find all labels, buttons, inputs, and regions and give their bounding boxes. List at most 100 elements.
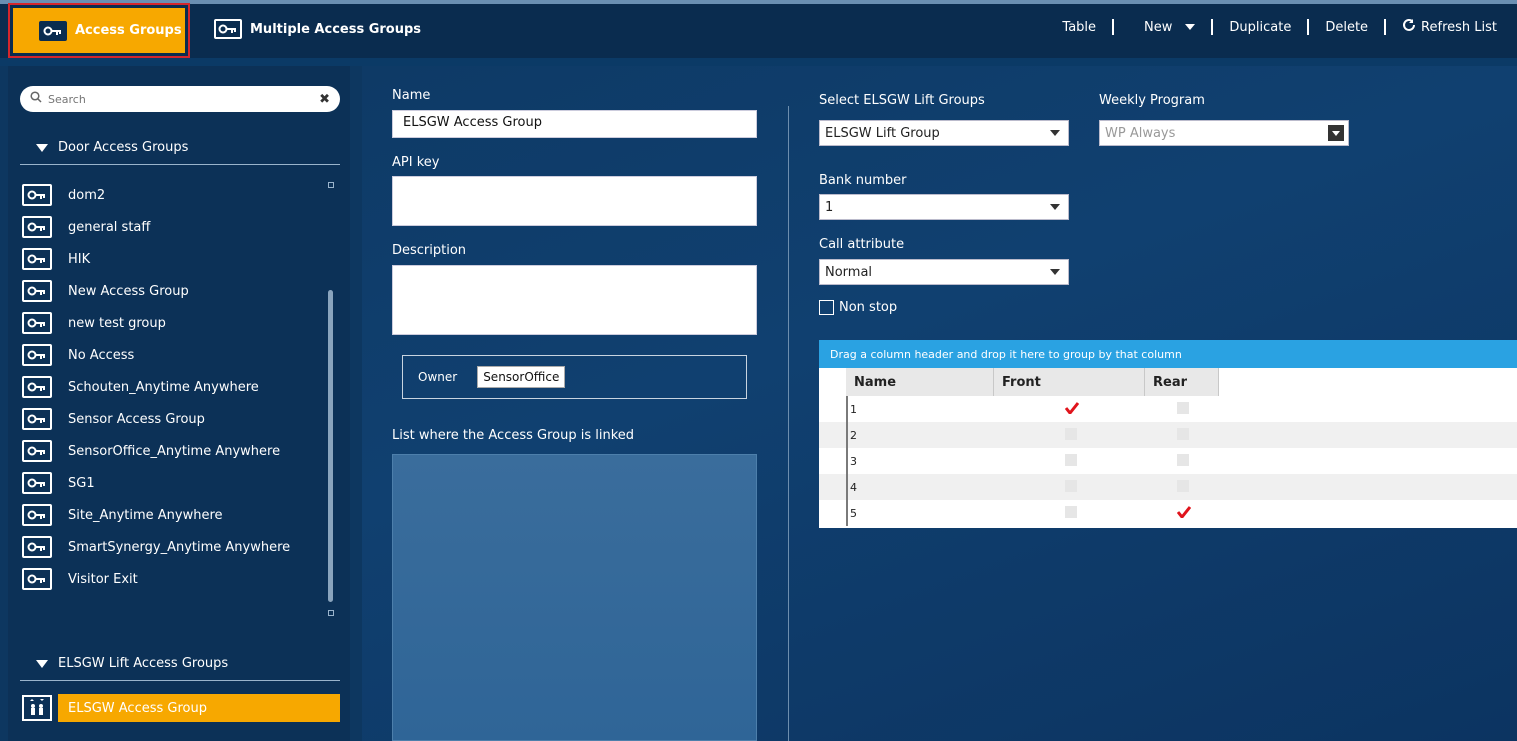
row-name-cell: 5 bbox=[850, 507, 857, 520]
header-stripe bbox=[0, 58, 1517, 66]
chevron-down-icon bbox=[1050, 130, 1060, 136]
elevator-icon bbox=[22, 695, 52, 721]
tab-access-groups[interactable]: Access Groups bbox=[8, 3, 190, 58]
collapse-triangle-icon bbox=[36, 143, 48, 152]
rear-checkbox-cell[interactable] bbox=[1177, 480, 1189, 492]
scroll-up-arrow[interactable] bbox=[328, 182, 334, 188]
row-indicator bbox=[846, 396, 848, 422]
key-card-icon bbox=[22, 504, 52, 526]
key-card-icon bbox=[22, 216, 52, 238]
rear-checkbox-cell[interactable] bbox=[1177, 402, 1189, 414]
table-button-label: Table bbox=[1062, 19, 1097, 35]
row-name-cell: 4 bbox=[850, 481, 857, 494]
sidebar-list-item[interactable]: SG1 bbox=[22, 467, 322, 499]
new-button[interactable]: New bbox=[1114, 20, 1211, 35]
door-access-groups-title: Door Access Groups bbox=[58, 140, 189, 155]
row-indicator bbox=[846, 448, 848, 474]
non-stop-checkbox[interactable] bbox=[819, 300, 834, 315]
scroll-thumb[interactable] bbox=[328, 290, 333, 602]
key-card-icon bbox=[22, 408, 52, 430]
front-checkbox-cell[interactable] bbox=[1065, 428, 1077, 440]
call-attribute-label: Call attribute bbox=[819, 237, 905, 252]
refresh-list-button[interactable]: Refresh List bbox=[1386, 18, 1497, 36]
chevron-down-icon bbox=[1050, 204, 1060, 210]
lift-group-dropdown[interactable]: ELSGW Lift Group bbox=[819, 120, 1069, 146]
bank-number-dropdown[interactable]: 1 bbox=[819, 194, 1069, 220]
group-by-banner[interactable]: Drag a column header and drop it here to… bbox=[819, 340, 1517, 368]
sidebar-list-item-label: Visitor Exit bbox=[68, 571, 138, 587]
sidebar-list-item-label: general staff bbox=[68, 219, 151, 235]
main-panel: Name ELSGW Access Group API key Descript… bbox=[362, 66, 1517, 741]
scroll-down-arrow[interactable] bbox=[328, 610, 334, 616]
sidebar-list-item[interactable]: SmartSynergy_Anytime Anywhere bbox=[22, 531, 322, 563]
door-access-groups-header[interactable]: Door Access Groups bbox=[20, 131, 340, 165]
sidebar-list-item[interactable]: Schouten_Anytime Anywhere bbox=[22, 371, 322, 403]
clear-search-icon[interactable]: ✖ bbox=[319, 92, 330, 107]
sidebar-list-item[interactable]: Visitor Exit bbox=[22, 563, 322, 595]
door-access-group-list: dom2 general staff HIK New Access Group new … bbox=[22, 179, 322, 595]
sidebar-list-item[interactable]: general staff bbox=[22, 211, 322, 243]
front-checkbox-cell[interactable] bbox=[1065, 402, 1079, 414]
sidebar-list-item[interactable]: Sensor Access Group bbox=[22, 403, 322, 435]
chevron-down-icon bbox=[1050, 269, 1060, 275]
key-card-icon bbox=[22, 280, 52, 302]
rear-checkbox-cell[interactable] bbox=[1177, 428, 1189, 440]
lift-access-groups-header[interactable]: ELSGW Lift Access Groups bbox=[20, 647, 340, 681]
sidebar-list-item-label: SmartSynergy_Anytime Anywhere bbox=[68, 539, 291, 555]
checkmark-icon bbox=[1177, 506, 1191, 518]
sidebar-list-item[interactable]: new test group bbox=[22, 307, 322, 339]
lift-list-item[interactable]: ELSGW Access Group bbox=[22, 693, 340, 723]
sidebar-list-item[interactable]: SensorOffice_Anytime Anywhere bbox=[22, 435, 322, 467]
api-key-field[interactable] bbox=[392, 176, 757, 226]
new-button-label: New bbox=[1144, 19, 1173, 35]
front-checkbox-cell[interactable] bbox=[1065, 454, 1077, 466]
sidebar-list-item[interactable]: dom2 bbox=[22, 179, 322, 211]
key-card-icon bbox=[22, 536, 52, 558]
duplicate-button[interactable]: Duplicate bbox=[1213, 20, 1307, 35]
name-field[interactable]: ELSGW Access Group bbox=[392, 110, 757, 138]
row-indicator bbox=[846, 422, 848, 448]
top-border bbox=[0, 0, 1517, 4]
non-stop-option[interactable]: Non stop bbox=[819, 300, 897, 315]
top-bar: Access Groups Multiple Access Groups Tab… bbox=[0, 0, 1517, 58]
key-card-icon bbox=[22, 472, 52, 494]
key-card-stack-icon bbox=[214, 19, 242, 39]
sidebar-list-item[interactable]: No Access bbox=[22, 339, 322, 371]
description-field[interactable] bbox=[392, 265, 757, 335]
linked-list-label: List where the Access Group is linked bbox=[392, 428, 635, 443]
table-button[interactable]: Table bbox=[1046, 20, 1112, 35]
search-input[interactable] bbox=[48, 92, 320, 106]
front-checkbox-cell[interactable] bbox=[1065, 506, 1077, 518]
grid-row[interactable]: 4 bbox=[819, 474, 1517, 500]
sidebar-list-item[interactable]: Site_Anytime Anywhere bbox=[22, 499, 322, 531]
rear-checkbox-cell[interactable] bbox=[1177, 506, 1191, 518]
floors-grid: Drag a column header and drop it here to… bbox=[819, 340, 1517, 528]
sidebar-list-item-label: HIK bbox=[68, 251, 91, 267]
key-card-icon bbox=[22, 312, 52, 334]
key-card-icon bbox=[22, 376, 52, 398]
column-header-rear[interactable]: Rear bbox=[1145, 368, 1219, 396]
sidebar-list-item[interactable]: HIK bbox=[22, 243, 322, 275]
tab-multiple-access-groups[interactable]: Multiple Access Groups bbox=[214, 15, 421, 43]
grid-row[interactable]: 2 bbox=[819, 422, 1517, 448]
column-header-name[interactable]: Name bbox=[846, 368, 994, 396]
owner-value[interactable]: SensorOffice bbox=[477, 366, 566, 388]
grid-row[interactable]: 3 bbox=[819, 448, 1517, 474]
search-box: ✖ bbox=[20, 86, 340, 112]
key-card-icon bbox=[22, 344, 52, 366]
grid-row[interactable]: 5 bbox=[819, 500, 1517, 526]
column-header-front[interactable]: Front bbox=[994, 368, 1145, 396]
sidebar-scrollbar[interactable] bbox=[327, 180, 335, 616]
linked-list-area[interactable] bbox=[392, 454, 757, 741]
sidebar: ✖ Door Access Groups dom2 general staff HI… bbox=[8, 66, 350, 741]
key-card-icon bbox=[22, 568, 52, 590]
rear-checkbox-cell[interactable] bbox=[1177, 454, 1189, 466]
grid-row[interactable]: 1 bbox=[819, 396, 1517, 422]
weekly-program-dropdown[interactable]: WP Always bbox=[1099, 120, 1349, 146]
sidebar-list-item[interactable]: New Access Group bbox=[22, 275, 322, 307]
call-attribute-dropdown[interactable]: Normal bbox=[819, 259, 1069, 285]
sidebar-list-item-label: new test group bbox=[68, 315, 166, 331]
row-name-cell: 1 bbox=[850, 403, 857, 416]
front-checkbox-cell[interactable] bbox=[1065, 480, 1077, 492]
delete-button[interactable]: Delete bbox=[1309, 20, 1384, 35]
